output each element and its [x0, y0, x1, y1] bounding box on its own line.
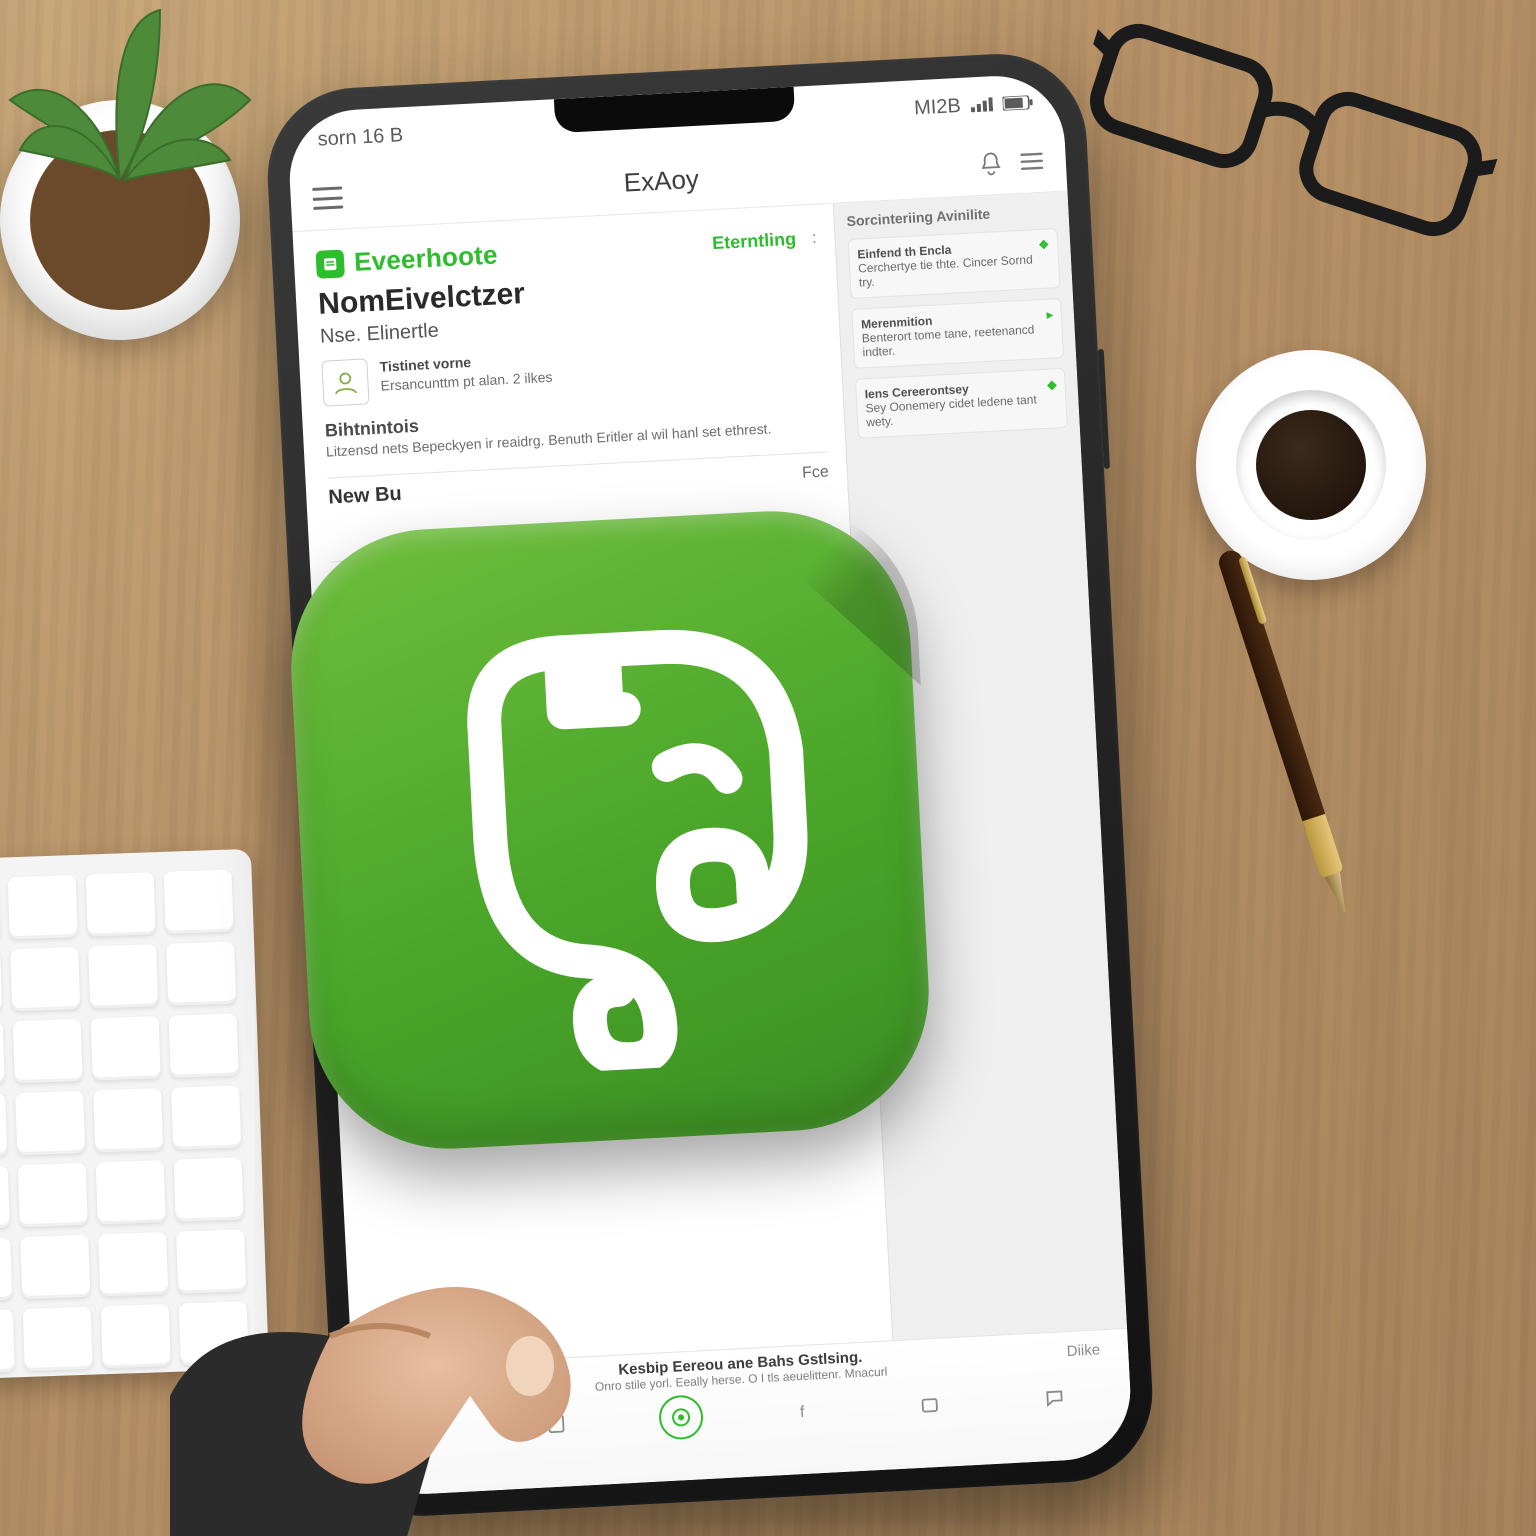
brand-label: Eveerhoote	[353, 239, 498, 277]
pen-prop	[1216, 548, 1356, 917]
side-heading: Sorcinteriing Avinilite	[846, 202, 1057, 229]
avatar-icon	[321, 358, 369, 406]
app-icon-elephant	[284, 504, 936, 1156]
star-icon: ◆	[1047, 377, 1057, 391]
battery-icon	[1002, 95, 1033, 111]
leaf-icon: ❖	[1038, 238, 1049, 253]
section-label: New Bu	[328, 483, 402, 510]
side-card-2[interactable]: Merenmition▸ Benterort tome tane, reeten…	[851, 298, 1064, 369]
tab-chat[interactable]	[1031, 1375, 1077, 1421]
svg-text:f: f	[800, 1404, 806, 1421]
page-title: ExAoy	[623, 163, 700, 198]
tab-new-note[interactable]	[658, 1394, 704, 1440]
menu-lines-icon[interactable]	[1019, 151, 1044, 172]
brand-logo-icon	[315, 249, 344, 278]
tab-notes[interactable]	[533, 1401, 579, 1447]
statusbar-time: MI2B	[914, 94, 962, 119]
hamburger-icon[interactable]	[312, 186, 343, 210]
tab-share[interactable]	[907, 1381, 953, 1427]
notification-icon[interactable]	[979, 151, 1002, 176]
phone-side-button	[1098, 349, 1110, 469]
statusbar-left-label: sorn 16 B	[317, 124, 404, 151]
glasses-prop	[1058, 0, 1513, 280]
note-item-2[interactable]: Bihtnintois Litzensd nets Bepeckyen ir r…	[324, 392, 827, 461]
tabbar-right-label: Diike	[1066, 1341, 1100, 1360]
side-card-1[interactable]: Einfend th Encla❖ Cerchertye tie thte. C…	[848, 228, 1061, 299]
desk-scene: sorn 16 B MI2B ExAoy	[0, 0, 1536, 1536]
coffee-prop	[1196, 350, 1426, 580]
flag-icon: ▸	[1046, 307, 1053, 321]
side-card-3[interactable]: Iens Cereerontsey◆ Sey Oonemery cidet le…	[855, 368, 1068, 439]
plant-prop	[0, 0, 300, 320]
sync-status: Eterntling	[712, 229, 797, 254]
tab-home[interactable]	[409, 1407, 455, 1453]
sync-status-sep: :	[812, 229, 817, 247]
keyboard-prop	[0, 849, 269, 1383]
signal-icon	[970, 97, 993, 112]
tab-search[interactable]: f	[782, 1388, 828, 1434]
section-meta: Fce	[802, 463, 830, 482]
